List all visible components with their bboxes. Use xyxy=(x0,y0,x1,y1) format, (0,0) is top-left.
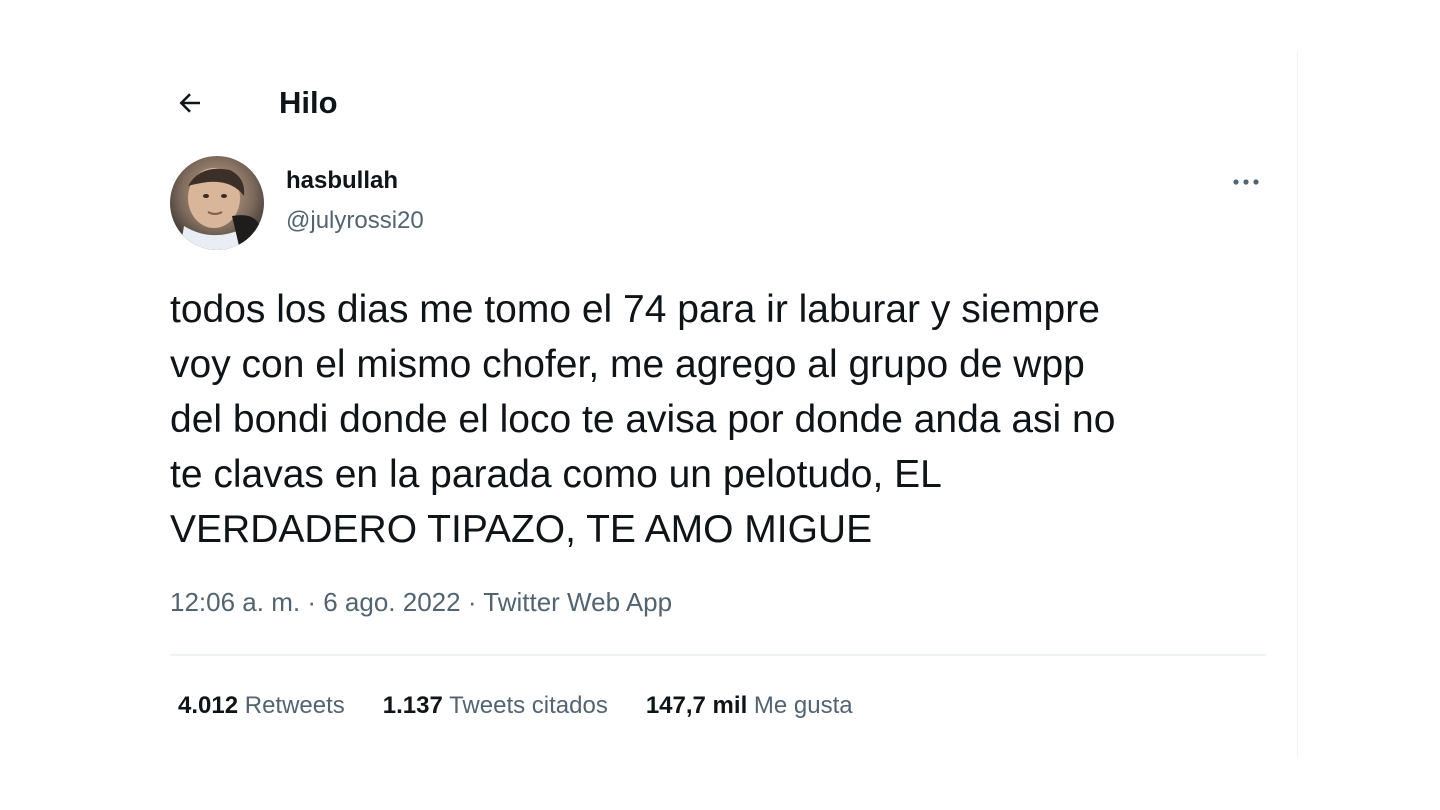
user-info: hasbullah @julyrossi20 xyxy=(286,166,424,236)
profile-photo xyxy=(170,156,264,250)
tweet-source[interactable]: Twitter Web App xyxy=(483,587,672,617)
more-options-button[interactable] xyxy=(1222,164,1270,200)
meta-separator: · xyxy=(307,587,316,617)
quote-tweets-stat[interactable]: 1.137 Tweets citados xyxy=(383,690,608,722)
quotes-label: Tweets citados xyxy=(449,692,608,719)
meta-separator: · xyxy=(467,587,477,617)
retweets-stat[interactable]: 4.012 Retweets xyxy=(178,690,345,722)
tweet-stats: 4.012 Retweets 1.137 Tweets citados 147,… xyxy=(178,690,891,722)
thread-header: Hilo xyxy=(170,78,338,128)
retweets-count: 4.012 xyxy=(178,692,239,719)
tweet-text: todos los dias me tomo el 74 para ir lab… xyxy=(170,288,1116,551)
arrow-left-icon xyxy=(179,93,200,113)
display-name[interactable]: hasbullah xyxy=(286,166,424,196)
likes-count: 147,7 mil xyxy=(645,692,748,719)
tweet-time[interactable]: 12:06 a. m. xyxy=(170,587,300,617)
user-handle[interactable]: @julyrossi20 xyxy=(286,206,424,236)
retweets-label: Retweets xyxy=(244,692,345,719)
avatar[interactable] xyxy=(170,156,264,250)
quotes-count: 1.137 xyxy=(382,692,443,719)
tweet-metadata: 12:06 a. m. · 6 ago. 2022 · Twitter Web … xyxy=(170,584,672,620)
more-dots-icon xyxy=(1233,179,1259,185)
divider xyxy=(170,654,1266,656)
back-button[interactable] xyxy=(170,83,210,123)
likes-stat[interactable]: 147,7 mil Me gusta xyxy=(646,690,853,722)
page-title: Hilo xyxy=(279,85,338,120)
column-border xyxy=(1297,52,1298,757)
tweet-date[interactable]: 6 ago. 2022 xyxy=(323,587,460,617)
likes-label: Me gusta xyxy=(753,692,853,719)
